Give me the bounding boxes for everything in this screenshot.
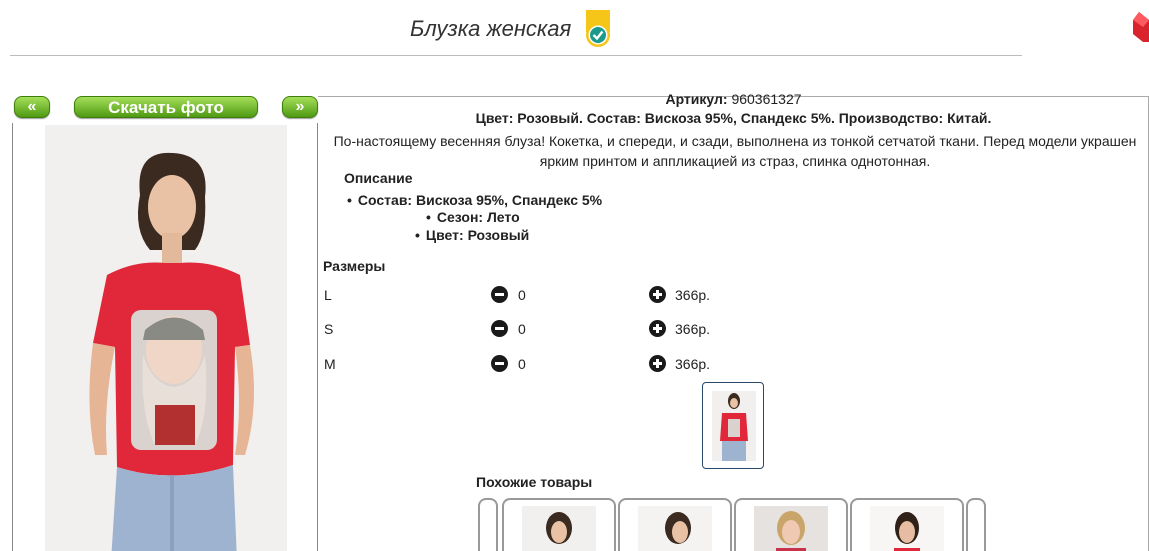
size-row: M 0 366р. — [318, 355, 1149, 376]
description-heading: Описание — [344, 170, 413, 186]
similar-heading: Похожие товары — [476, 474, 593, 490]
similar-item-image — [522, 506, 596, 551]
plus-circle-icon[interactable] — [649, 355, 666, 372]
similar-item[interactable] — [502, 498, 616, 551]
similar-item-image — [638, 506, 712, 551]
photo-thumbnail[interactable] — [702, 382, 764, 469]
similar-item-image — [870, 506, 944, 551]
page-header: Блузка женская — [0, 0, 1030, 56]
similar-item[interactable] — [850, 498, 964, 551]
price-value: 366р. — [675, 356, 711, 372]
header-divider — [10, 55, 1022, 56]
sku-label: Артикул: — [665, 91, 728, 107]
plus-circle-icon[interactable] — [649, 320, 666, 337]
price-value: 366р. — [675, 287, 711, 303]
size-label: M — [324, 356, 336, 372]
attribute-season: Сезон: Лето — [426, 209, 520, 225]
page-title: Блузка женская — [410, 16, 572, 41]
size-row: L 0 366р. — [318, 286, 1149, 307]
thumbnail-image — [712, 391, 756, 461]
carousel-right-arrow[interactable] — [966, 498, 986, 551]
carousel-left-arrow[interactable] — [478, 498, 498, 551]
sku-line: Артикул: 960361327 — [318, 91, 1149, 107]
size-label: L — [324, 287, 332, 303]
photo-frame — [12, 123, 318, 551]
similar-carousel — [478, 498, 988, 551]
minus-circle-icon[interactable] — [491, 286, 508, 303]
similar-item[interactable] — [618, 498, 732, 551]
minus-circle-icon[interactable] — [491, 355, 508, 372]
close-icon[interactable] — [1133, 12, 1149, 42]
price-value: 366р. — [675, 321, 711, 337]
similar-item-image — [754, 506, 828, 551]
quantity-value: 0 — [518, 356, 526, 372]
sku-value: 960361327 — [731, 91, 802, 107]
plus-circle-icon[interactable] — [649, 286, 666, 303]
size-row: S 0 366р. — [318, 320, 1149, 341]
product-description: По-настоящему весенняя блуза! Кокетка, и… — [333, 133, 1137, 169]
sizes-heading: Размеры — [323, 258, 386, 274]
photo-panel: « Скачать фото » — [12, 96, 318, 551]
quantity-value: 0 — [518, 287, 526, 303]
prev-photo-button[interactable]: « — [14, 96, 50, 118]
download-photo-button[interactable]: Скачать фото — [74, 96, 258, 118]
size-label: S — [324, 321, 334, 337]
verified-badge-icon — [586, 10, 610, 47]
minus-circle-icon[interactable] — [491, 320, 508, 337]
product-summary: Цвет: Розовый. Состав: Вискоза 95%, Спан… — [475, 110, 992, 126]
quantity-value: 0 — [518, 321, 526, 337]
attribute-color: Цвет: Розовый — [415, 227, 529, 243]
similar-item[interactable] — [734, 498, 848, 551]
product-info: Артикул: 960361327 Цвет: Розовый. Состав… — [318, 88, 1149, 551]
product-photo[interactable] — [45, 125, 287, 551]
next-photo-button[interactable]: » — [282, 96, 318, 118]
attribute-composition: Состав: Вискоза 95%, Спандекс 5% — [347, 192, 602, 208]
